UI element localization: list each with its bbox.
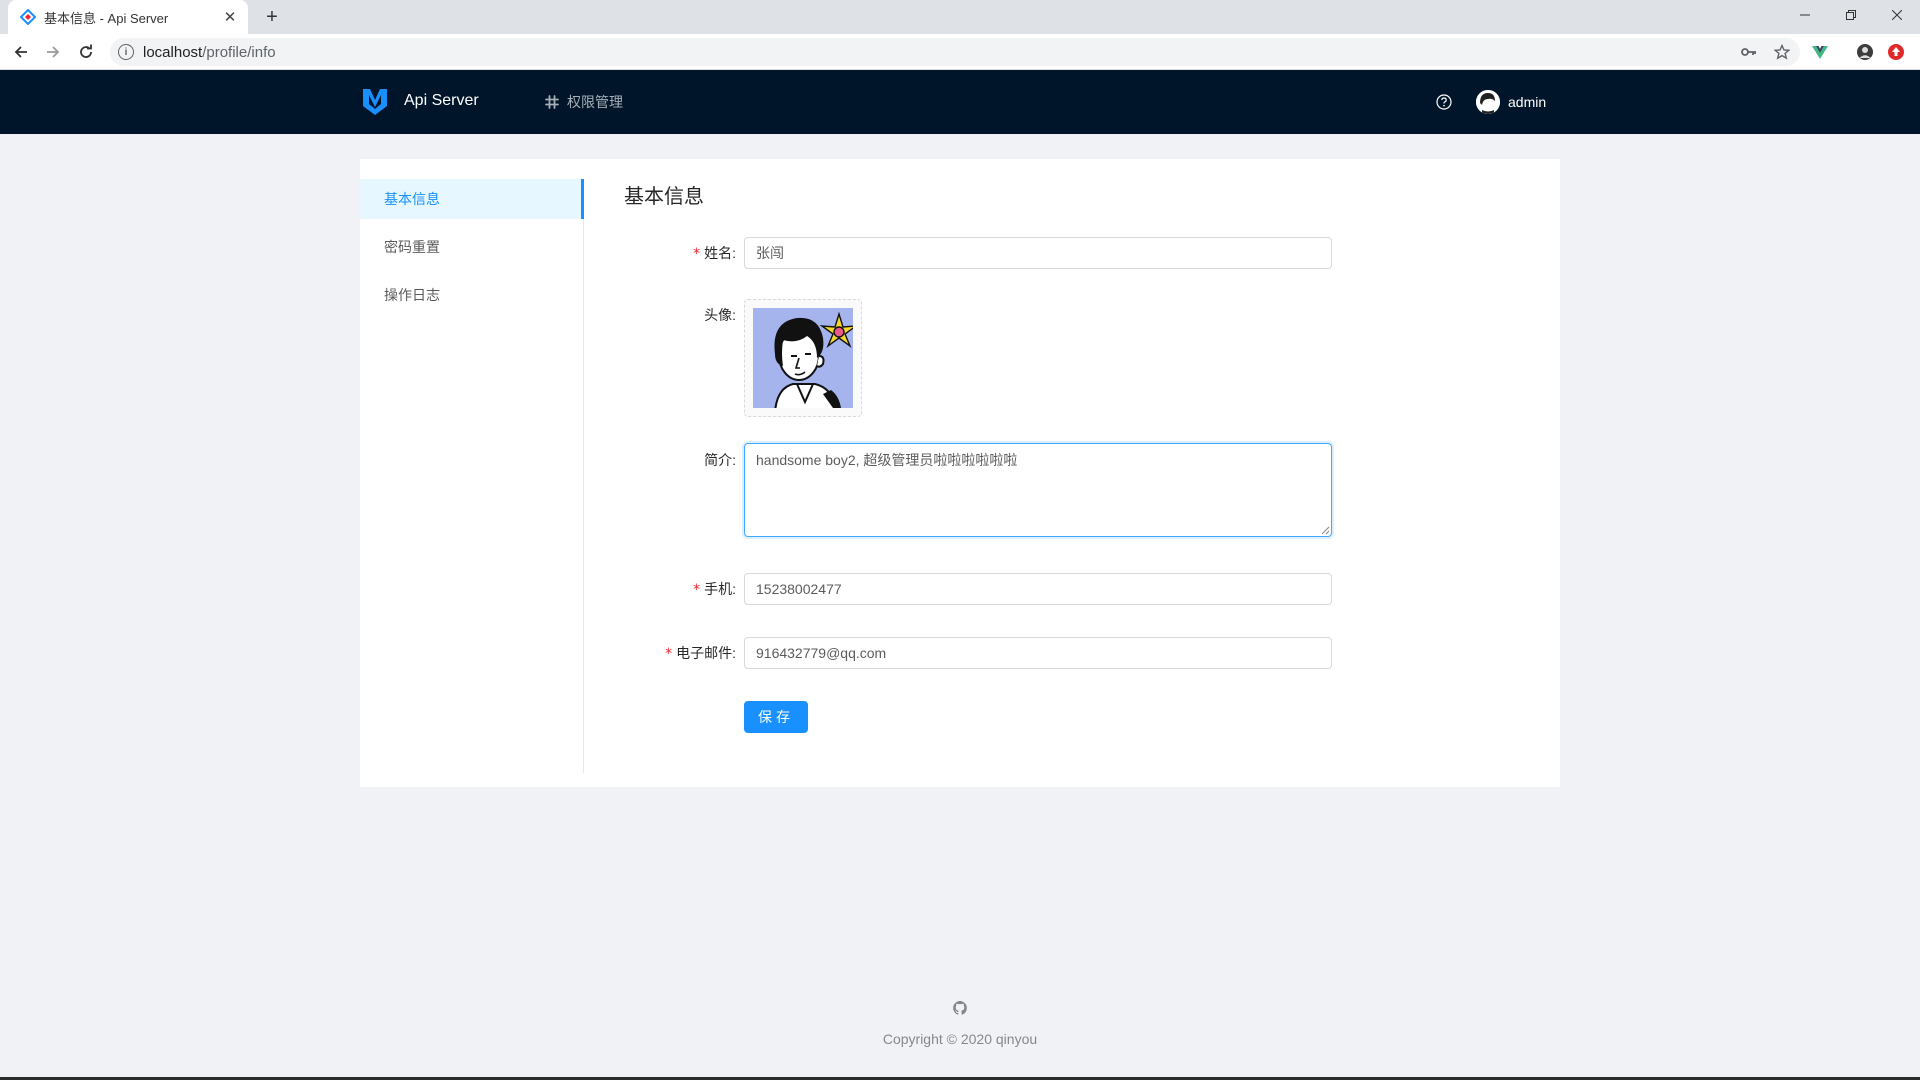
email-field[interactable]: 916432779@qq.com <box>744 637 1332 669</box>
form-row-email: * 电子邮件: 916432779@qq.com <box>624 637 1332 670</box>
required-mark: * <box>693 246 701 262</box>
sidebar-item-label: 密码重置 <box>384 239 440 255</box>
tab-title: 基本信息 - Api Server <box>44 10 169 26</box>
sidebar-item-password-reset[interactable]: 密码重置 <box>360 227 583 267</box>
settings-card: 基本信息 密码重置 操作日志 基本信息 * 姓名: 张闯 头像: 简介: han… <box>360 159 1560 787</box>
bio-label: 简介: <box>704 452 736 468</box>
avatar-label: 头像: <box>704 307 736 323</box>
app-header: Api Server 权限管理 admin <box>0 70 1920 134</box>
browser-tab[interactable]: 基本信息 - Api Server ✕ <box>8 0 248 34</box>
reload-icon[interactable] <box>74 40 98 64</box>
form-row-phone: * 手机: 15238002477 <box>624 573 1332 606</box>
form-row-avatar: 头像: <box>624 299 862 417</box>
question-circle-icon[interactable] <box>1436 94 1452 110</box>
address-toolbar: i localhost/profile/info <box>0 34 1920 70</box>
copyright-text: Copyright © 2020 qinyou <box>882 1031 1038 1047</box>
key-icon[interactable] <box>1739 42 1759 62</box>
app-favicon-icon <box>20 9 36 25</box>
name-field[interactable]: 张闯 <box>744 237 1332 269</box>
extension-red-icon[interactable] <box>1886 42 1906 62</box>
nav-permission-management[interactable]: 权限管理 <box>545 70 623 134</box>
bio-textarea[interactable]: handsome boy2, 超级管理员啦啦啦啦啦啦 <box>744 443 1332 537</box>
bookmark-star-icon[interactable] <box>1772 42 1792 62</box>
form-row-name: * 姓名: 张闯 <box>624 237 1332 270</box>
name-label: * 姓名: <box>693 245 736 262</box>
forward-arrow-icon[interactable] <box>41 40 65 64</box>
browser-tab-strip: 基本信息 - Api Server ✕ + <box>0 0 1920 34</box>
sidebar-item-basic-info[interactable]: 基本信息 <box>360 179 584 219</box>
profile-form-area: 基本信息 * 姓名: 张闯 头像: 简介: handsome boy2, 超级管… <box>624 183 1524 733</box>
site-info-icon[interactable]: i <box>118 44 134 60</box>
minimize-button[interactable] <box>1782 0 1828 30</box>
slack-icon <box>545 95 559 109</box>
save-button[interactable]: 保存 <box>744 701 808 733</box>
vue-devtools-icon[interactable] <box>1810 42 1830 62</box>
close-window-button[interactable] <box>1874 0 1920 30</box>
required-mark: * <box>665 646 673 662</box>
form-row-actions: 保存 <box>624 701 808 733</box>
bio-text: handsome boy2, 超级管理员啦啦啦啦啦啦 <box>756 452 1018 468</box>
settings-sidebar: 基本信息 密码重置 操作日志 <box>360 179 584 773</box>
avatar <box>1476 90 1500 114</box>
page-title: 基本信息 <box>624 186 704 208</box>
restore-button[interactable] <box>1828 0 1874 30</box>
user-menu[interactable]: admin <box>1476 70 1546 134</box>
phone-label: * 手机: <box>693 581 736 598</box>
sidebar-item-label: 操作日志 <box>384 287 440 303</box>
phone-field[interactable]: 15238002477 <box>744 573 1332 605</box>
url-path: /profile/info <box>202 43 276 61</box>
sidebar-item-label: 基本信息 <box>384 191 440 207</box>
new-tab-button[interactable]: + <box>260 5 284 29</box>
form-row-bio: 简介: handsome boy2, 超级管理员啦啦啦啦啦啦 <box>624 443 1332 537</box>
url-host: localhost <box>143 43 203 61</box>
nav-permission-label: 权限管理 <box>567 94 623 110</box>
tab-close-icon[interactable]: ✕ <box>222 9 238 26</box>
avatar-image <box>753 308 853 408</box>
sidebar-item-operation-log[interactable]: 操作日志 <box>360 275 583 315</box>
github-icon[interactable] <box>952 1000 968 1016</box>
app-title[interactable]: Api Server <box>404 92 479 110</box>
footer: Copyright © 2020 qinyou <box>0 1000 1920 1047</box>
avatar-upload[interactable] <box>744 299 862 417</box>
required-mark: * <box>693 582 701 598</box>
email-label: * 电子邮件: <box>665 645 736 662</box>
resize-handle-icon[interactable] <box>1321 526 1330 535</box>
actions-spacer <box>624 701 744 733</box>
url-bar[interactable]: i localhost/profile/info <box>110 38 1800 66</box>
logo-icon[interactable] <box>362 88 388 116</box>
username: admin <box>1508 94 1547 110</box>
back-arrow-icon[interactable] <box>9 40 33 64</box>
extension-avatar-icon[interactable] <box>1855 42 1875 62</box>
